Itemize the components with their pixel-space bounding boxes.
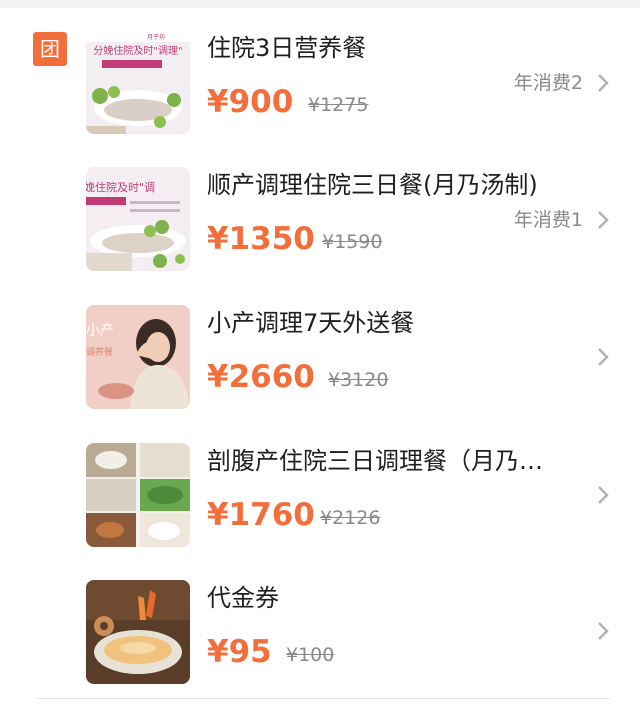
chevron-right-icon[interactable] (596, 209, 610, 231)
deal-thumbnail: 小产 调养餐 (86, 305, 190, 409)
deal-price: ¥1350 (207, 221, 315, 257)
deal-price: ¥900 (207, 84, 294, 120)
deal-item[interactable]: 剖腹产住院三日调理餐（月乃… ¥1760 ¥2126 (0, 443, 640, 581)
deal-price: ¥2660 (207, 359, 315, 395)
deal-item[interactable]: 娩住院及时"调 顺产调理住院三日餐(月乃汤制) ¥1350 ¥1590 年消费1 (0, 167, 640, 305)
deal-price: ¥95 (207, 634, 272, 670)
thumb-subcaption: 调养餐 (86, 346, 113, 358)
thumb-subcaption: 月子坊 (147, 33, 165, 41)
divider (36, 698, 610, 699)
annual-sales: 年消费2 (513, 72, 583, 94)
deal-original-price: ¥1275 (308, 94, 369, 116)
meal-grid-photo-icon (86, 443, 190, 547)
postpartum-meal-photo-icon: 娩住院及时"调 (86, 167, 190, 271)
deal-title: 小产调理7天外送餐 (207, 309, 415, 337)
deal-title: 住院3日营养餐 (207, 34, 367, 62)
thumb-caption: 娩住院及时"调 (86, 180, 155, 194)
chevron-right-icon[interactable] (596, 484, 610, 506)
deal-title: 剖腹产住院三日调理餐（月乃… (207, 447, 543, 475)
deal-thumbnail (86, 580, 190, 684)
deal-original-price: ¥3120 (328, 369, 389, 391)
deal-original-price: ¥2126 (320, 507, 381, 529)
deal-title: 代金券 (207, 584, 279, 612)
deal-thumbnail (86, 443, 190, 547)
deal-thumbnail: 分娩住院及时"调理" 月子坊 (86, 30, 190, 134)
chevron-right-icon[interactable] (596, 346, 610, 368)
thumb-caption: 分娩住院及时"调理" (93, 44, 182, 57)
deal-thumbnail: 娩住院及时"调 (86, 167, 190, 271)
deal-list: 分娩住院及时"调理" 月子坊 住院3日营养餐 ¥900 ¥1275 年消费2 娩… (0, 0, 640, 703)
annual-sales: 年消费1 (513, 209, 583, 231)
thumb-caption: 小产 (86, 323, 114, 339)
deal-item[interactable]: 分娩住院及时"调理" 月子坊 住院3日营养餐 ¥900 ¥1275 年消费2 (0, 30, 640, 168)
soup-dish-photo-icon (86, 580, 190, 684)
woman-portrait-photo-icon: 小产 调养餐 (86, 305, 190, 409)
chevron-right-icon[interactable] (596, 72, 610, 94)
deal-item[interactable]: 小产 调养餐 小产调理7天外送餐 ¥2660 ¥3120 (0, 305, 640, 443)
deal-original-price: ¥100 (286, 644, 335, 666)
postpartum-meal-photo-icon: 分娩住院及时"调理" 月子坊 (86, 30, 190, 134)
deal-price: ¥1760 (207, 497, 315, 533)
deal-original-price: ¥1590 (322, 231, 383, 253)
chevron-right-icon[interactable] (596, 620, 610, 642)
deal-title: 顺产调理住院三日餐(月乃汤制) (207, 171, 538, 199)
